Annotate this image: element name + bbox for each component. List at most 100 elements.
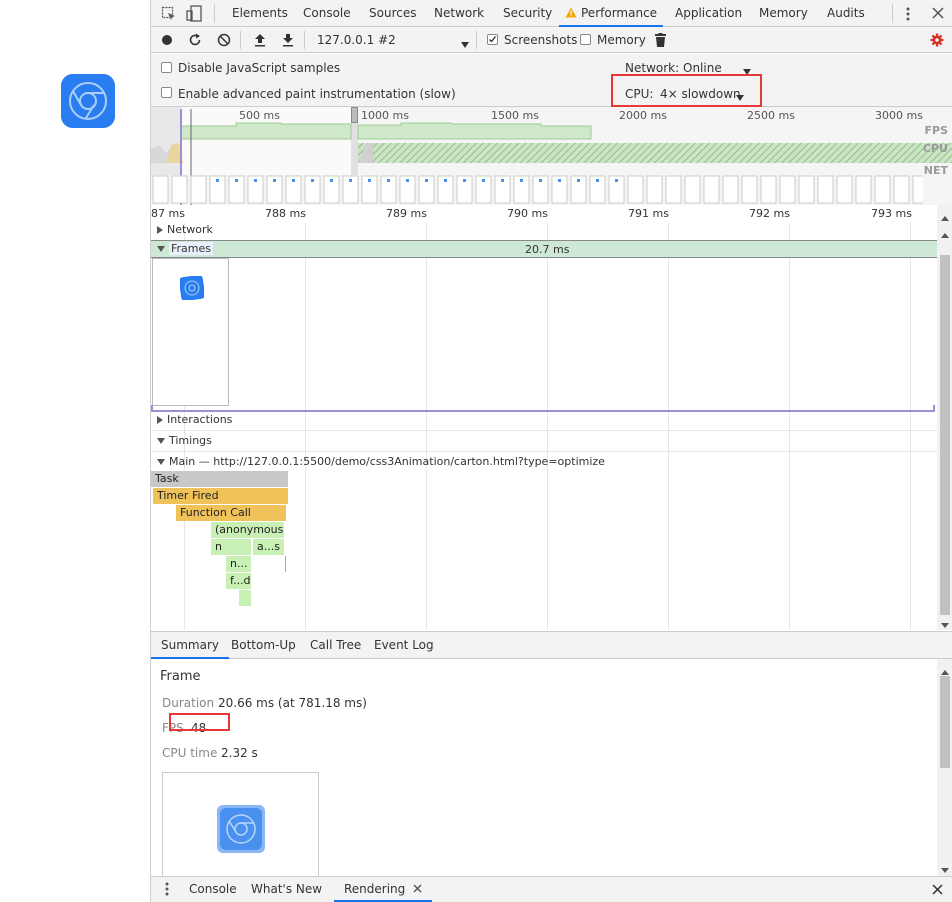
tab-application[interactable]: Application [675,0,742,27]
screenshot-thumb-logo [235,179,238,182]
disable-js-samples-checkbox[interactable] [161,62,172,73]
tab-security[interactable]: Security [503,0,552,27]
tab-audits[interactable]: Audits [827,0,865,27]
tab-call-tree[interactable]: Call Tree [310,632,361,659]
scroll-down-icon[interactable] [941,617,949,631]
toolbar-separator [240,31,241,49]
flame-as[interactable]: a...s [253,539,284,555]
scroll-down-icon[interactable] [941,862,949,876]
tab-elements[interactable]: Elements [232,0,288,27]
expand-triangle-icon [157,416,163,424]
record-icon[interactable] [161,34,173,49]
trash-icon[interactable] [655,33,666,50]
inspect-element-icon[interactable] [161,6,177,25]
memory-checkbox[interactable] [580,34,591,45]
screenshot-thumb-logo [368,179,371,182]
screenshot-thumb-logo [444,179,447,182]
cpu-time-value: 2.32 s [221,746,258,760]
main-thread-label: Main — http://127.0.0.1:5500/demo/css3An… [169,455,605,468]
screenshot-thumb-logo [387,179,390,182]
tab-console[interactable]: Console [303,0,351,27]
frame-screenshot[interactable] [152,258,229,406]
tab-bottom-up[interactable]: Bottom-Up [231,632,296,659]
profile-select[interactable]: 127.0.0.1 #2 [317,27,396,53]
fps-lane-label: FPS [924,124,949,137]
screenshot-thumb [798,175,815,204]
frames-track[interactable]: Frames [151,239,214,259]
screenshot-thumb-logo [463,179,466,182]
interactions-track[interactable]: Interactions [151,410,232,430]
net-lane-label: NET [923,164,948,177]
tab-performance[interactable]: Performance [559,0,664,27]
flame-fd[interactable]: f...d [226,573,251,589]
selection-handle-left[interactable] [351,107,358,123]
tab-separator [214,4,215,23]
performance-toolbar: 127.0.0.1 #2 Screenshots Memory [151,27,952,53]
summary-scrollbar[interactable] [937,659,952,876]
screenshot-thumb-logo [311,179,314,182]
tab-network[interactable]: Network [434,0,484,27]
flame-task[interactable]: Task [151,471,288,487]
timeline-scrollbar[interactable] [937,205,952,630]
flame-function-call[interactable]: Function Call [176,505,286,521]
clear-icon[interactable] [217,33,231,50]
ruler-tick: 792 ms [749,207,790,220]
screenshot-thumb [703,175,720,204]
flame-n[interactable]: n [211,539,251,555]
timeline-overview[interactable]: 500 ms 1000 ms 1500 ms 2000 ms 2500 ms 3… [151,107,952,205]
overview-tick: 1500 ms [491,109,539,122]
screenshots-checkbox[interactable] [487,34,498,45]
network-track[interactable]: Network [151,220,213,240]
screenshot-thumb [874,175,891,204]
screenshot-thumb [722,175,739,204]
drawer-menu-icon[interactable] [165,882,169,899]
close-drawer-icon[interactable] [932,884,943,898]
reload-icon[interactable] [188,33,202,50]
scroll-thumb[interactable] [940,676,950,768]
disable-js-samples-label: Disable JavaScript samples [178,61,341,75]
timings-track[interactable]: Timings [151,431,212,451]
scroll-up-icon[interactable] [941,227,949,241]
summary-title: Frame [160,669,201,684]
chrome-logo-icon [61,74,115,128]
capture-settings-gear-icon[interactable] [930,33,944,50]
screenshot-thumb-logo [577,179,580,182]
drawer-tab-rendering-label: Rendering [344,882,406,896]
drawer-tab-console[interactable]: Console [189,877,237,902]
screenshot-thumb [741,175,758,204]
chrome-logo-icon [217,805,265,853]
chevron-down-icon[interactable] [461,37,469,51]
save-profile-icon[interactable] [282,33,294,50]
timeline-gridline [305,205,306,630]
warning-icon [565,7,577,18]
overview-tick: 2500 ms [747,109,795,122]
close-devtools-icon[interactable] [932,7,944,22]
screenshot-thumb [817,175,834,204]
flame-timer-fired[interactable]: Timer Fired [153,488,288,504]
scroll-up-icon[interactable] [941,210,949,224]
more-options-icon[interactable] [903,6,913,25]
load-profile-icon[interactable] [254,33,266,50]
flame-n2[interactable]: n... [226,556,251,572]
frame-summary-screenshot [162,772,319,876]
drawer-tab-whats-new[interactable]: What's New [251,877,322,902]
timings-track-label: Timings [169,434,212,447]
timeline-gridline [426,205,427,630]
scroll-thumb[interactable] [940,255,950,615]
flame-leaf[interactable] [239,590,251,606]
duration-key: Duration [162,696,215,710]
advanced-paint-checkbox[interactable] [161,87,172,98]
tab-summary[interactable]: Summary [151,632,229,659]
flame-anonymous[interactable]: (anonymous) [211,522,284,538]
tab-event-log[interactable]: Event Log [374,632,434,659]
tab-performance-label: Performance [581,6,658,20]
drawer-tab-rendering[interactable]: Rendering [334,877,433,902]
ruler-tick: 791 ms [628,207,669,220]
main-thread-track[interactable]: Main — http://127.0.0.1:5500/demo/css3An… [151,452,605,472]
screenshot-thumb [646,175,663,204]
close-tab-icon[interactable] [413,884,422,893]
device-toolbar-icon[interactable] [186,5,202,25]
collapse-triangle-icon [157,438,165,444]
tab-sources[interactable]: Sources [369,0,416,27]
tab-memory[interactable]: Memory [759,0,808,27]
